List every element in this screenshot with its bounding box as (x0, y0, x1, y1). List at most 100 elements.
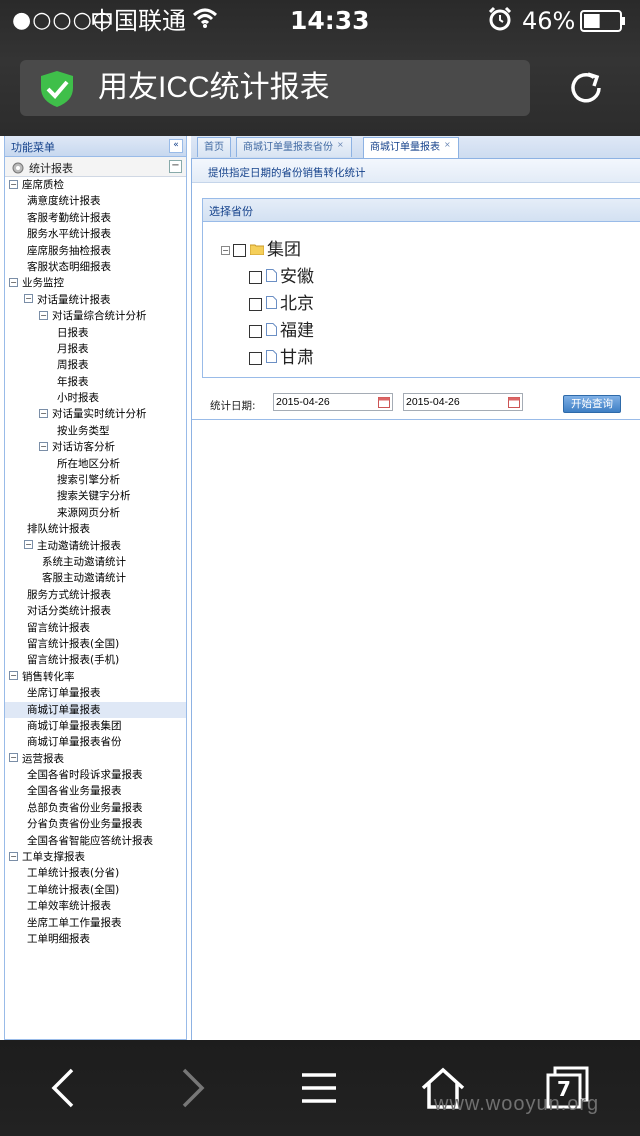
tree-expand-toggle[interactable]: − (39, 310, 48, 320)
province-node[interactable]: 北京 (249, 293, 314, 315)
menu-tree-item[interactable]: 工单效率统计报表 (5, 898, 186, 914)
calendar-icon[interactable] (508, 396, 520, 408)
tree-expand-toggle[interactable]: − (39, 408, 48, 418)
menu-tree-item[interactable]: 工单明细报表 (5, 931, 186, 947)
province-checkbox[interactable] (249, 324, 262, 338)
forward-arrow-icon[interactable] (178, 1066, 208, 1114)
menu-tree-item-label: 对话分类统计报表 (27, 605, 111, 618)
province-node[interactable]: 安徽 (249, 266, 314, 288)
menu-tree-item[interactable]: − 工单支撑报表 (5, 849, 186, 865)
menu-tree-item-label: 服务水平统计报表 (27, 228, 111, 241)
menu-tree-item[interactable]: 来源网页分析 (5, 505, 186, 521)
menu-tree-item[interactable]: − 对话量综合统计分析 (5, 308, 186, 324)
expand-toggle[interactable]: − (221, 245, 230, 255)
menu-tree-item[interactable]: − 对话量统计报表 (5, 292, 186, 308)
menu-tree-item[interactable]: − 运营报表 (5, 751, 186, 767)
menu-tree-item[interactable]: 周报表 (5, 357, 186, 373)
page-title: 用友ICC统计报表 (98, 71, 330, 104)
menu-tree-item[interactable]: 坐席订单量报表 (5, 685, 186, 701)
menu-tree-item[interactable]: − 业务监控 (5, 275, 186, 291)
province-checkbox[interactable] (249, 270, 262, 284)
menu-tree-item[interactable]: 系统主动邀请统计 (5, 554, 186, 570)
menu-tree-item[interactable]: 全国各省智能应答统计报表 (5, 833, 186, 849)
menu-tree-item[interactable]: 排队统计报表 (5, 521, 186, 537)
collapse-panel-button[interactable]: « (169, 139, 183, 153)
province-label: 北京 (280, 294, 314, 314)
menu-tree-item[interactable]: 客服考勤统计报表 (5, 210, 186, 226)
menu-tree-item[interactable]: 服务水平统计报表 (5, 226, 186, 242)
province-checkbox[interactable] (249, 297, 262, 311)
menu-tree-item[interactable]: 工单统计报表(全国) (5, 882, 186, 898)
menu-tree-item[interactable]: − 对话量实时统计分析 (5, 406, 186, 422)
menu-tree-item[interactable]: 搜索引擎分析 (5, 472, 186, 488)
stat-report-section-header[interactable]: 统计报表 − (5, 157, 186, 177)
menu-tree-item[interactable]: 小时报表 (5, 390, 186, 406)
menu-tree-item[interactable]: 商城订单量报表集团 (5, 718, 186, 734)
menu-tree-item[interactable]: 留言统计报表 (5, 620, 186, 636)
province-node[interactable]: 福建 (249, 320, 314, 342)
tree-expand-toggle[interactable]: − (24, 294, 33, 304)
menu-tree-item[interactable]: − 销售转化率 (5, 669, 186, 685)
menu-tree-item[interactable]: 分省负责省份业务量报表 (5, 816, 186, 832)
menu-tree-item-label: 工单支撑报表 (22, 851, 85, 864)
group-checkbox[interactable] (233, 243, 246, 257)
province-node[interactable]: 甘肃 (249, 347, 314, 369)
menu-tree-item[interactable]: 月报表 (5, 341, 186, 357)
menu-tree-item[interactable]: 总部负责省份业务量报表 (5, 800, 186, 816)
tree-expand-toggle[interactable]: − (9, 179, 18, 189)
menu-tree-item[interactable]: − 座席质检 (5, 177, 186, 193)
menu-tree-item[interactable]: 全国各省时段诉求量报表 (5, 767, 186, 783)
menu-tree-item[interactable]: − 对话访客分析 (5, 439, 186, 455)
menu-tree-item[interactable]: 工单统计报表(分省) (5, 865, 186, 881)
menu-tree-item[interactable]: 按业务类型 (5, 423, 186, 439)
menu-tree-item-label: 分省负责省份业务量报表 (27, 818, 143, 831)
menu-tree-item[interactable]: 全国各省业务量报表 (5, 783, 186, 799)
tree-expand-toggle[interactable]: − (9, 851, 18, 861)
menu-tree-item-label: 座席服务抽检报表 (27, 244, 111, 257)
menu-tree-item[interactable]: 坐席工单工作量报表 (5, 915, 186, 931)
tree-expand-toggle[interactable]: − (9, 753, 18, 763)
menu-tree-item[interactable]: 服务方式统计报表 (5, 587, 186, 603)
menu-tree-item[interactable]: 留言统计报表(手机) (5, 652, 186, 668)
end-date-input[interactable]: 2015-04-26 (403, 393, 523, 411)
menu-tree-item[interactable]: 对话分类统计报表 (5, 603, 186, 619)
reload-icon[interactable] (566, 68, 606, 108)
menu-tree-item-label: 总部负责省份业务量报表 (27, 801, 143, 814)
tab-item[interactable]: 商城订单量报表省份 × (236, 137, 352, 157)
menu-tree-item-label: 月报表 (57, 342, 89, 355)
tab-item[interactable]: 商城订单量报表 × (363, 137, 459, 158)
menu-icon[interactable] (300, 1066, 338, 1114)
menu-tree-item[interactable]: 客服状态明细报表 (5, 259, 186, 275)
section-collapse-toggle[interactable]: − (169, 160, 182, 173)
menu-tree-item[interactable]: 日报表 (5, 325, 186, 341)
menu-tree-item[interactable]: 商城订单量报表省份 (5, 734, 186, 750)
address-bar[interactable]: 用友ICC统计报表 (20, 60, 530, 116)
tree-expand-toggle[interactable]: − (9, 671, 18, 681)
tree-expand-toggle[interactable]: − (24, 540, 33, 550)
menu-tree-item[interactable]: 搜索关键字分析 (5, 488, 186, 504)
start-date-input[interactable]: 2015-04-26 (273, 393, 393, 411)
tab-close-icon[interactable]: × (337, 141, 345, 149)
menu-tree-item-label: 商城订单量报表 (27, 703, 101, 716)
province-checkbox[interactable] (249, 351, 262, 365)
province-label: 福建 (280, 321, 314, 341)
menu-tree-item-label: 留言统计报表 (27, 621, 90, 634)
calendar-icon[interactable] (378, 396, 390, 408)
battery-icon (580, 10, 626, 32)
menu-tree-item[interactable]: 客服主动邀请统计 (5, 570, 186, 586)
menu-tree-item[interactable]: 满意度统计报表 (5, 193, 186, 209)
province-root-node[interactable]: − 集团 (221, 239, 301, 261)
start-query-button[interactable]: 开始查询 (563, 395, 621, 413)
back-arrow-icon[interactable] (48, 1066, 78, 1114)
tree-expand-toggle[interactable]: − (39, 441, 48, 451)
tab-item[interactable]: 首页 (197, 137, 231, 157)
menu-tree-item[interactable]: 所在地区分析 (5, 456, 186, 472)
tree-expand-toggle[interactable]: − (9, 277, 18, 287)
menu-tree-item[interactable]: 年报表 (5, 374, 186, 390)
menu-tree-item[interactable]: 商城订单量报表 (5, 701, 186, 718)
tab-close-icon[interactable]: × (444, 141, 452, 149)
menu-tree-item[interactable]: − 主动邀请统计报表 (5, 538, 186, 554)
menu-tree: − 座席质检 满意度统计报表 客服考勤统计报表服务水平统计报表 座席服务抽检报表客服状态… (5, 177, 186, 947)
menu-tree-item[interactable]: 座席服务抽检报表 (5, 243, 186, 259)
menu-tree-item[interactable]: 留言统计报表(全国) (5, 636, 186, 652)
